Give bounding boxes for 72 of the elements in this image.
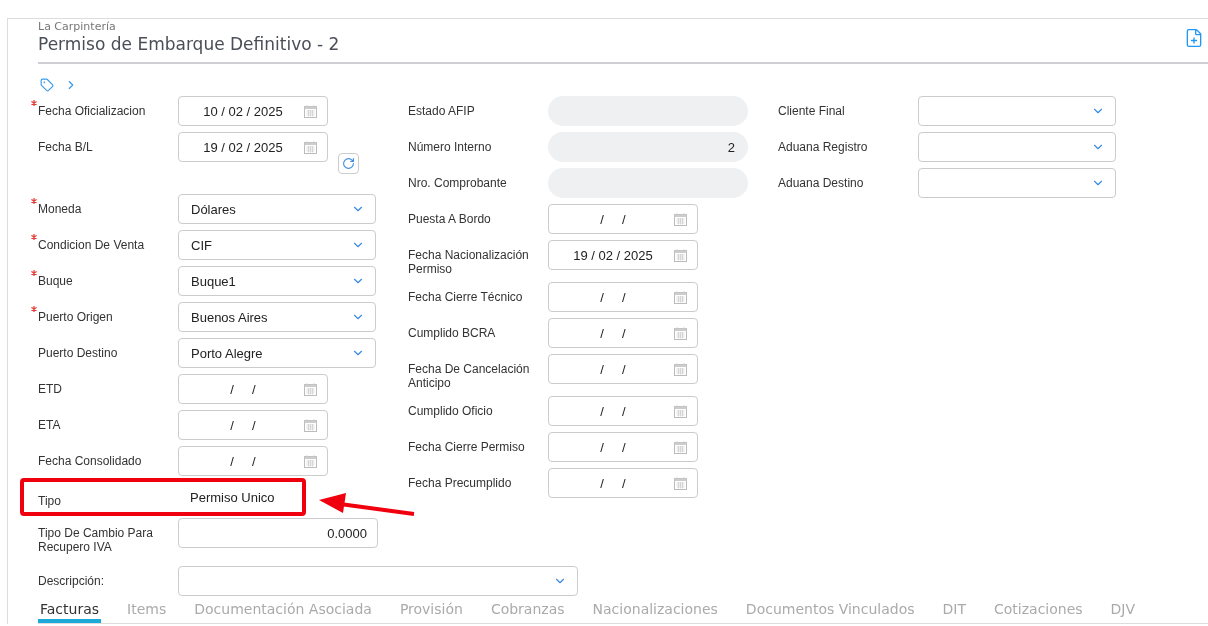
page-title: Permiso de Embarque Definitivo - 2 <box>38 34 340 54</box>
field-label: Puerto Destino <box>38 346 119 360</box>
field-label: Aduana Registro <box>778 140 869 154</box>
calendar-icon[interactable] <box>674 404 687 418</box>
select-field[interactable]: Porto Alegre <box>178 338 376 368</box>
field-label: Cumplido Oficio <box>408 404 494 418</box>
calendar-icon[interactable] <box>674 248 687 262</box>
new-document-icon[interactable] <box>1184 28 1204 48</box>
calendar-icon[interactable] <box>304 382 317 396</box>
date-field[interactable]: / / <box>548 204 698 234</box>
calendar-icon[interactable] <box>674 326 687 340</box>
field-label: Cumplido BCRA <box>408 326 497 340</box>
field-label: Fecha De Cancelación Anticipo <box>408 362 531 390</box>
date-field[interactable]: / / <box>178 374 328 404</box>
number-field[interactable]: 0.0000 <box>178 518 378 548</box>
field-label: Cliente Final <box>778 104 846 118</box>
field-label: Fecha Oficializacion <box>38 104 147 118</box>
field-label: Fecha Consolidado <box>38 454 143 468</box>
date-field[interactable]: / / <box>548 354 698 384</box>
field-label: Aduana Destino <box>778 176 865 190</box>
calendar-icon[interactable] <box>304 454 317 468</box>
date-field[interactable]: / / <box>548 282 698 312</box>
date-field[interactable]: / / <box>548 432 698 462</box>
field-label: Fecha Nacionalización Permiso <box>408 248 530 276</box>
field-label: Fecha Cierre Permiso <box>408 440 526 454</box>
field-label: Puesta A Bordo <box>408 212 492 226</box>
date-field[interactable]: / / <box>178 410 328 440</box>
field-label: Nro. Comprobante <box>408 176 508 190</box>
field-label: Fecha Precumplido <box>408 476 513 490</box>
select-field[interactable]: Dólares <box>178 194 376 224</box>
select-field[interactable] <box>918 132 1116 162</box>
date-field[interactable]: / / <box>178 446 328 476</box>
field-label: ETA <box>38 418 62 432</box>
select-field[interactable] <box>178 566 578 596</box>
calendar-icon[interactable] <box>674 362 687 376</box>
readonly-field: 2 <box>548 132 748 162</box>
select-field[interactable] <box>918 168 1116 198</box>
field-label: Tipo De Cambio Para Recupero IVA <box>38 526 154 554</box>
calendar-icon[interactable] <box>304 418 317 432</box>
select-field[interactable] <box>918 96 1116 126</box>
field-label: Número Interno <box>408 140 493 154</box>
date-field[interactable]: / / <box>548 396 698 426</box>
field-label: Fecha B/L <box>38 140 94 154</box>
field-label: Moneda <box>38 202 83 216</box>
field-label: Buque <box>38 274 74 288</box>
calendar-icon[interactable] <box>304 104 317 118</box>
calendar-icon[interactable] <box>674 476 687 490</box>
select-field[interactable]: Buenos Aires <box>178 302 376 332</box>
calendar-icon[interactable] <box>674 290 687 304</box>
select-field[interactable]: Buque1 <box>178 266 376 296</box>
tab[interactable]: Facturas <box>38 601 102 623</box>
calendar-icon[interactable] <box>304 140 317 154</box>
field-label: Condicion De Venta <box>38 238 146 252</box>
refresh-icon <box>342 157 355 170</box>
select-field[interactable]: CIF <box>178 230 376 260</box>
field-label: Descripción: <box>38 574 106 588</box>
calendar-icon[interactable] <box>674 212 687 226</box>
date-field[interactable]: 19 / 02 / 2025 <box>178 132 328 162</box>
field-label: ETD <box>38 382 63 396</box>
date-field[interactable]: 19 / 02 / 2025 <box>548 240 698 270</box>
field-label: Fecha Cierre Técnico <box>408 290 524 304</box>
company-name: La Carpintería <box>38 20 117 33</box>
date-field[interactable]: / / <box>548 468 698 498</box>
field-label: Estado AFIP <box>408 104 476 118</box>
date-field[interactable]: / / <box>548 318 698 348</box>
field-label: Puerto Origen <box>38 310 114 324</box>
date-field[interactable]: 10 / 02 / 2025 <box>178 96 328 126</box>
tag-icon[interactable] <box>40 78 54 92</box>
refresh-button[interactable] <box>338 153 359 174</box>
field-label: Tipo <box>38 494 62 508</box>
calendar-icon[interactable] <box>674 440 687 454</box>
field-value: Permiso Unico <box>190 489 275 505</box>
